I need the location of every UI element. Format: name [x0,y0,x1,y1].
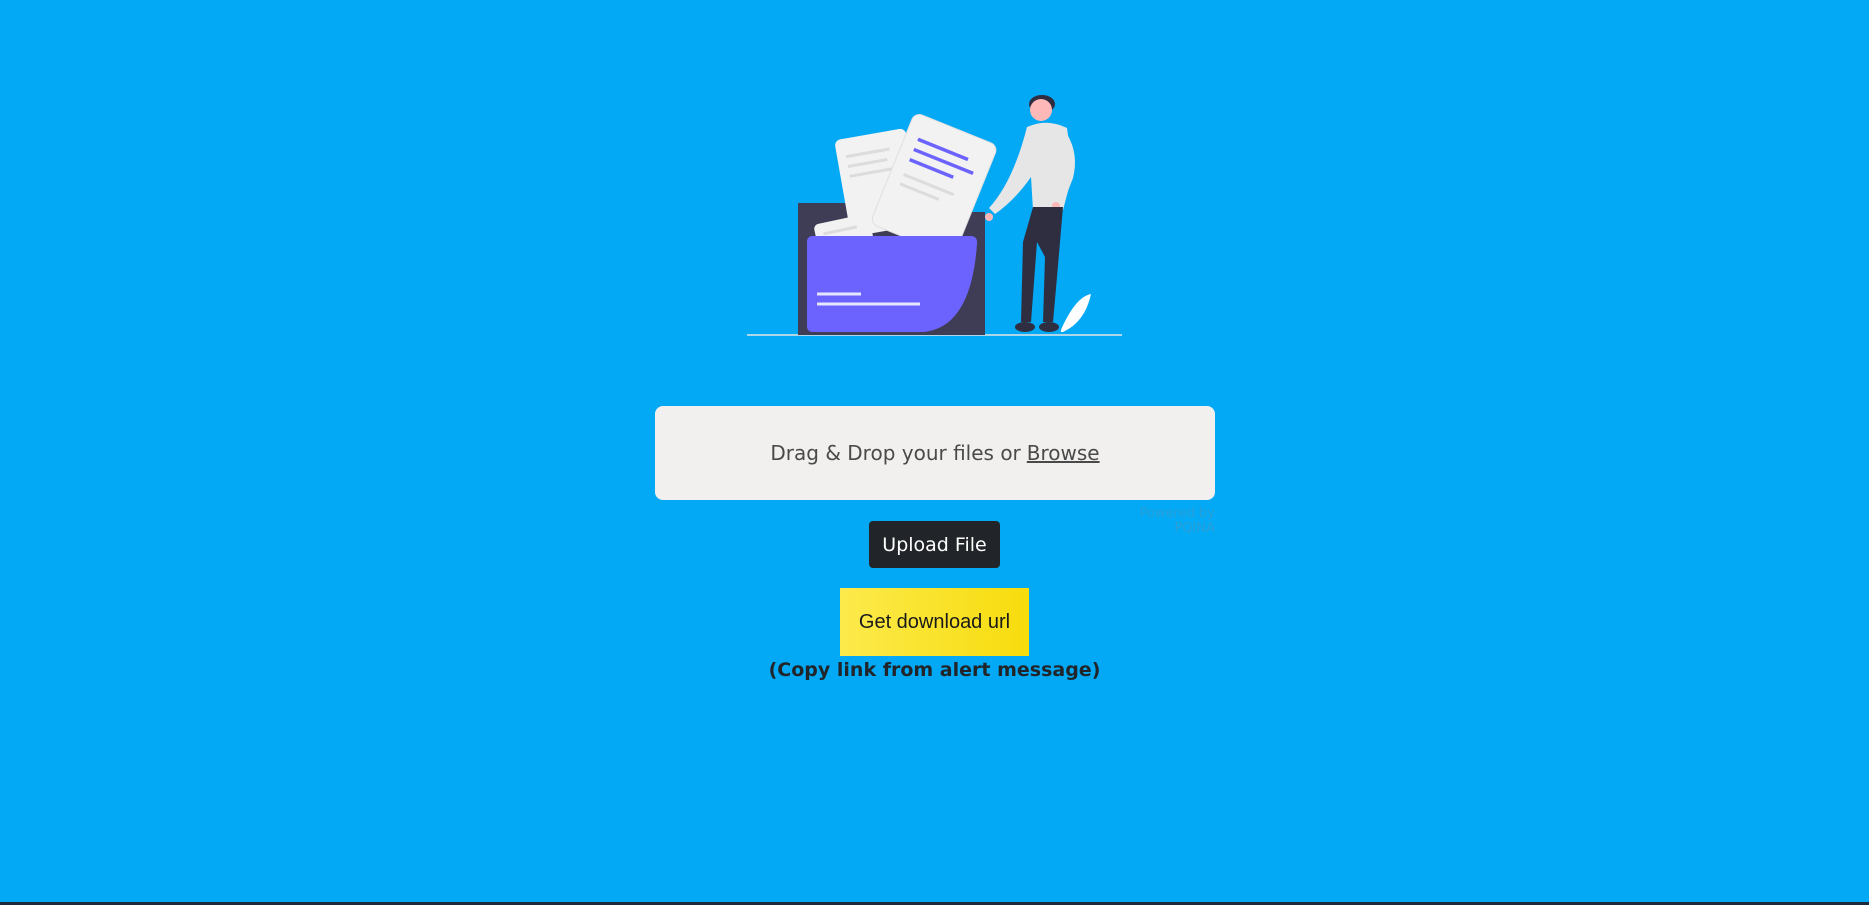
file-upload-illustration [747,95,1122,336]
powered-by-credit[interactable]: Powered by PQINA [1100,506,1215,536]
get-download-url-button[interactable]: Get download url [840,588,1029,656]
dropzone-label: Drag & Drop your files or [770,441,1021,465]
browse-link[interactable]: Browse [1027,441,1100,465]
copy-link-hint: (Copy link from alert message) [768,659,1101,681]
file-dropzone[interactable]: Drag & Drop your files or Browse [655,406,1215,500]
upload-page: Drag & Drop your files or Browse Powered… [0,0,1869,905]
upload-file-button[interactable]: Upload File [869,521,1000,568]
